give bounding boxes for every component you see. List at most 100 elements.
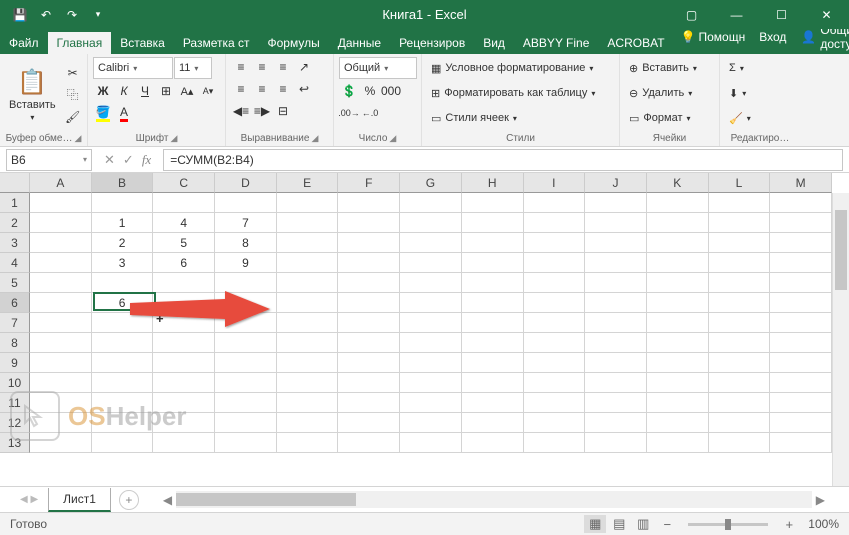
- cell-I5[interactable]: [524, 273, 586, 293]
- cell-L8[interactable]: [709, 333, 771, 353]
- cell-C13[interactable]: [153, 433, 215, 453]
- cell-K6[interactable]: [647, 293, 709, 313]
- zoom-slider[interactable]: [688, 523, 768, 526]
- cell-I9[interactable]: [524, 353, 586, 373]
- align-right-button[interactable]: ≡: [273, 79, 293, 99]
- tab-view[interactable]: Вид: [474, 32, 514, 54]
- column-header-A[interactable]: A: [30, 173, 92, 193]
- zoom-out-button[interactable]: −: [656, 515, 678, 533]
- tab-home[interactable]: Главная: [48, 32, 112, 54]
- cell-C3[interactable]: 5: [153, 233, 215, 253]
- format-as-table-button[interactable]: ⊞ Форматировать как таблицу▾: [427, 82, 614, 104]
- row-header-12[interactable]: 12: [0, 413, 30, 433]
- row-header-11[interactable]: 11: [0, 393, 30, 413]
- cell-C10[interactable]: [153, 373, 215, 393]
- cell-L3[interactable]: [709, 233, 771, 253]
- cell-H2[interactable]: [462, 213, 524, 233]
- cell-A9[interactable]: [30, 353, 92, 373]
- cell-D3[interactable]: 8: [215, 233, 277, 253]
- undo-button[interactable]: ↶: [34, 3, 58, 27]
- italic-button[interactable]: К: [114, 81, 134, 101]
- cell-F11[interactable]: [338, 393, 400, 413]
- comma-button[interactable]: 000: [381, 81, 401, 101]
- redo-button[interactable]: ↷: [60, 3, 84, 27]
- cell-J2[interactable]: [585, 213, 647, 233]
- cell-E8[interactable]: [277, 333, 339, 353]
- cell-A4[interactable]: [30, 253, 92, 273]
- cell-G13[interactable]: [400, 433, 462, 453]
- cell-A11[interactable]: [30, 393, 92, 413]
- cell-D10[interactable]: [215, 373, 277, 393]
- decrease-indent-button[interactable]: ◀≡: [231, 101, 251, 121]
- cell-D12[interactable]: [215, 413, 277, 433]
- cell-H9[interactable]: [462, 353, 524, 373]
- cell-L9[interactable]: [709, 353, 771, 373]
- cell-H13[interactable]: [462, 433, 524, 453]
- row-header-8[interactable]: 8: [0, 333, 30, 353]
- cell-J9[interactable]: [585, 353, 647, 373]
- column-header-H[interactable]: H: [462, 173, 524, 193]
- cell-F9[interactable]: [338, 353, 400, 373]
- cell-J7[interactable]: [585, 313, 647, 333]
- column-header-J[interactable]: J: [585, 173, 647, 193]
- align-launcher-icon[interactable]: ◢: [311, 133, 318, 144]
- cell-H6[interactable]: [462, 293, 524, 313]
- add-sheet-button[interactable]: +: [119, 490, 139, 510]
- currency-button[interactable]: 💲: [339, 81, 359, 101]
- cell-I6[interactable]: [524, 293, 586, 313]
- cell-J12[interactable]: [585, 413, 647, 433]
- cell-G10[interactable]: [400, 373, 462, 393]
- page-layout-view-button[interactable]: ▤: [608, 515, 630, 533]
- save-button[interactable]: 💾: [8, 3, 32, 27]
- cell-F6[interactable]: [338, 293, 400, 313]
- cell-J11[interactable]: [585, 393, 647, 413]
- cell-E4[interactable]: [277, 253, 339, 273]
- zoom-value[interactable]: 100%: [808, 517, 839, 531]
- cell-I3[interactable]: [524, 233, 586, 253]
- paste-button[interactable]: 📋 Вставить ▾: [5, 57, 60, 132]
- number-format-combo[interactable]: Общий▾: [339, 57, 417, 79]
- format-painter-button[interactable]: 🖌: [63, 107, 83, 127]
- cell-H1[interactable]: [462, 193, 524, 213]
- cell-M6[interactable]: [770, 293, 832, 313]
- cell-H8[interactable]: [462, 333, 524, 353]
- cell-B7[interactable]: [92, 313, 154, 333]
- border-button[interactable]: ⊞: [156, 81, 176, 101]
- cell-styles-button[interactable]: ▭ Стили ячеек▾: [427, 107, 614, 129]
- cell-L6[interactable]: [709, 293, 771, 313]
- cell-F4[interactable]: [338, 253, 400, 273]
- wrap-text-button[interactable]: ↩: [294, 79, 314, 99]
- zoom-in-button[interactable]: +: [778, 515, 800, 533]
- enter-formula-button[interactable]: ✓: [123, 152, 134, 168]
- cell-B2[interactable]: 1: [92, 213, 154, 233]
- row-header-5[interactable]: 5: [0, 273, 30, 293]
- cell-G11[interactable]: [400, 393, 462, 413]
- row-header-2[interactable]: 2: [0, 213, 30, 233]
- cell-C12[interactable]: [153, 413, 215, 433]
- cell-A12[interactable]: [30, 413, 92, 433]
- cell-I1[interactable]: [524, 193, 586, 213]
- increase-font-button[interactable]: A▴: [177, 81, 197, 101]
- tab-file[interactable]: Файл: [0, 32, 48, 54]
- cell-E1[interactable]: [277, 193, 339, 213]
- cell-D9[interactable]: [215, 353, 277, 373]
- cell-L4[interactable]: [709, 253, 771, 273]
- cell-F2[interactable]: [338, 213, 400, 233]
- cell-M4[interactable]: [770, 253, 832, 273]
- tab-layout[interactable]: Разметка ст: [174, 32, 259, 54]
- cell-M13[interactable]: [770, 433, 832, 453]
- sheet-tab-1[interactable]: Лист1: [48, 488, 111, 512]
- cell-E9[interactable]: [277, 353, 339, 373]
- cell-I2[interactable]: [524, 213, 586, 233]
- cell-C11[interactable]: [153, 393, 215, 413]
- cell-K1[interactable]: [647, 193, 709, 213]
- column-header-B[interactable]: B: [92, 173, 154, 193]
- cell-J3[interactable]: [585, 233, 647, 253]
- font-launcher-icon[interactable]: ◢: [170, 133, 177, 144]
- cell-C4[interactable]: 6: [153, 253, 215, 273]
- font-color-button[interactable]: А: [114, 103, 134, 123]
- cell-M2[interactable]: [770, 213, 832, 233]
- cell-G7[interactable]: [400, 313, 462, 333]
- cell-F8[interactable]: [338, 333, 400, 353]
- zoom-thumb[interactable]: [725, 519, 731, 530]
